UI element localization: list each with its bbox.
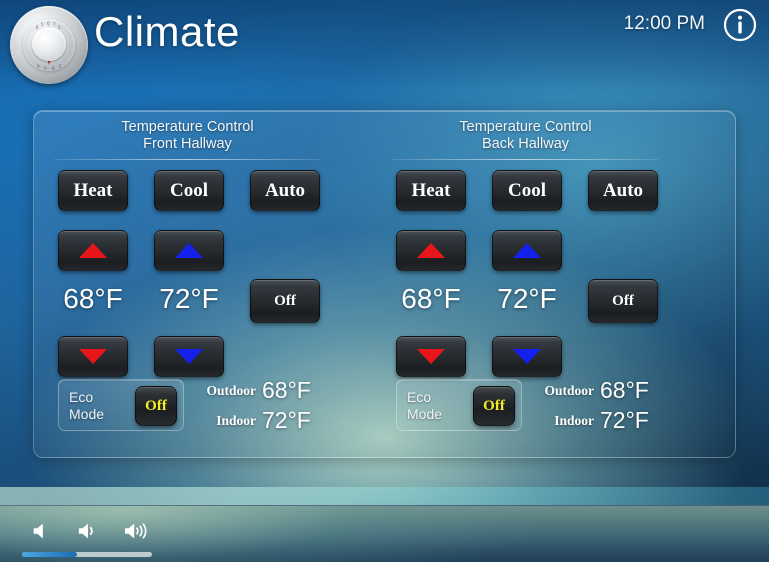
mode-button-heat[interactable]: Heat	[396, 170, 466, 211]
reading-value-outdoor: 68°F	[600, 377, 649, 403]
cool-setpoint-value: 72°F	[497, 283, 557, 314]
eco-mode-toggle[interactable]: Off	[135, 386, 177, 426]
volume-slider-fill	[22, 552, 77, 557]
volume-slider[interactable]	[22, 552, 152, 557]
mode-button-cool[interactable]: Cool	[492, 170, 562, 211]
eco-mode-label: Eco Mode	[69, 389, 104, 423]
volume-mute-icon[interactable]	[30, 520, 52, 542]
thermostat-dial-icon: 65 07 5 90 85	[10, 6, 88, 84]
svg-text:0: 0	[47, 21, 50, 26]
reading-label-indoor: Indoor	[554, 413, 594, 428]
eco-mode-box: Eco Mode Off	[396, 379, 522, 431]
triangle-up-red-icon	[79, 243, 107, 258]
zone-title-line2: Back Hallway	[481, 136, 570, 152]
svg-text:8: 8	[52, 66, 55, 71]
svg-text:9: 9	[37, 64, 40, 69]
zone-front-hallway: Temperature Control Front Hallway Heat C…	[54, 111, 394, 459]
info-circle-icon[interactable]	[723, 8, 757, 42]
cool-decrease-button[interactable]	[492, 336, 562, 377]
reading-row-indoor: Indoor 72°F	[532, 407, 662, 437]
reading-row-outdoor: Outdoor 68°F	[194, 377, 324, 407]
mode-button-auto[interactable]: Auto	[250, 170, 320, 211]
svg-text:5: 5	[58, 25, 61, 30]
temperature-readings: Outdoor 68°F Indoor 72°F	[194, 377, 324, 437]
reading-value-indoor: 72°F	[262, 407, 311, 433]
triangle-up-blue-icon	[175, 243, 203, 258]
svg-text:5: 5	[41, 22, 44, 27]
dial-tick-marks: 65 07 5 90 85	[36, 21, 62, 71]
eco-mode-label-line2: Mode	[69, 406, 105, 422]
reading-label-outdoor: Outdoor	[206, 383, 256, 398]
volume-high-icon[interactable]	[122, 520, 150, 542]
reading-value-outdoor: 68°F	[262, 377, 311, 403]
eco-mode-box: Eco Mode Off	[58, 379, 184, 431]
triangle-up-blue-icon	[513, 243, 541, 258]
heat-increase-button[interactable]	[58, 230, 128, 271]
cool-decrease-button[interactable]	[154, 336, 224, 377]
footer-bar: Climate TV	[0, 505, 769, 562]
cool-increase-button[interactable]	[492, 230, 562, 271]
svg-text:0: 0	[44, 66, 47, 71]
svg-text:7: 7	[53, 22, 56, 27]
zone-divider	[392, 159, 659, 160]
heat-setpoint-value: 68°F	[401, 283, 461, 314]
eco-mode-toggle[interactable]: Off	[473, 386, 515, 426]
zone-back-hallway: Temperature Control Back Hallway Heat Co…	[392, 111, 732, 459]
cool-increase-button[interactable]	[154, 230, 224, 271]
eco-mode-label: Eco Mode	[407, 389, 442, 423]
climate-app-screen: 65 07 5 90 85 Climate 12:00 PM Temperatu…	[0, 0, 769, 562]
zone-title: Temperature Control Front Hallway	[54, 119, 321, 153]
triangle-down-red-icon	[79, 349, 107, 364]
eco-mode-label-line2: Mode	[407, 406, 443, 422]
zone-title-line1: Temperature Control	[121, 119, 254, 135]
heat-increase-button[interactable]	[396, 230, 466, 271]
svg-text:5: 5	[59, 64, 62, 69]
heat-setpoint-value: 68°F	[63, 283, 123, 314]
zone-divider	[54, 159, 321, 160]
temperature-readings: Outdoor 68°F Indoor 72°F	[532, 377, 662, 437]
svg-text:6: 6	[36, 25, 39, 30]
reading-row-indoor: Indoor 72°F	[194, 407, 324, 437]
volume-low-icon[interactable]	[76, 520, 100, 542]
heat-decrease-button[interactable]	[58, 336, 128, 377]
accent-band	[0, 487, 769, 505]
reading-label-indoor: Indoor	[216, 413, 256, 428]
triangle-down-blue-icon	[513, 349, 541, 364]
reading-value-indoor: 72°F	[600, 407, 649, 433]
climate-control-panel: Temperature Control Front Hallway Heat C…	[33, 110, 736, 458]
system-off-button[interactable]: Off	[250, 279, 320, 323]
mode-button-cool[interactable]: Cool	[154, 170, 224, 211]
zone-title-line2: Front Hallway	[143, 136, 232, 152]
reading-label-outdoor: Outdoor	[544, 383, 594, 398]
triangle-down-red-icon	[417, 349, 445, 364]
eco-mode-label-line1: Eco	[69, 389, 94, 405]
clock-label: 12:00 PM	[623, 13, 705, 34]
eco-mode-label-line1: Eco	[407, 389, 432, 405]
cool-setpoint-value: 72°F	[159, 283, 219, 314]
mode-button-auto[interactable]: Auto	[588, 170, 658, 211]
mode-button-heat[interactable]: Heat	[58, 170, 128, 211]
system-off-button[interactable]: Off	[588, 279, 658, 323]
reading-row-outdoor: Outdoor 68°F	[532, 377, 662, 407]
page-title: Climate	[94, 8, 240, 55]
heat-decrease-button[interactable]	[396, 336, 466, 377]
zone-title: Temperature Control Back Hallway	[392, 119, 659, 153]
header-bar: 65 07 5 90 85 Climate 12:00 PM	[0, 0, 769, 90]
triangle-down-blue-icon	[175, 349, 203, 364]
zone-title-line1: Temperature Control	[459, 119, 592, 135]
triangle-up-red-icon	[417, 243, 445, 258]
